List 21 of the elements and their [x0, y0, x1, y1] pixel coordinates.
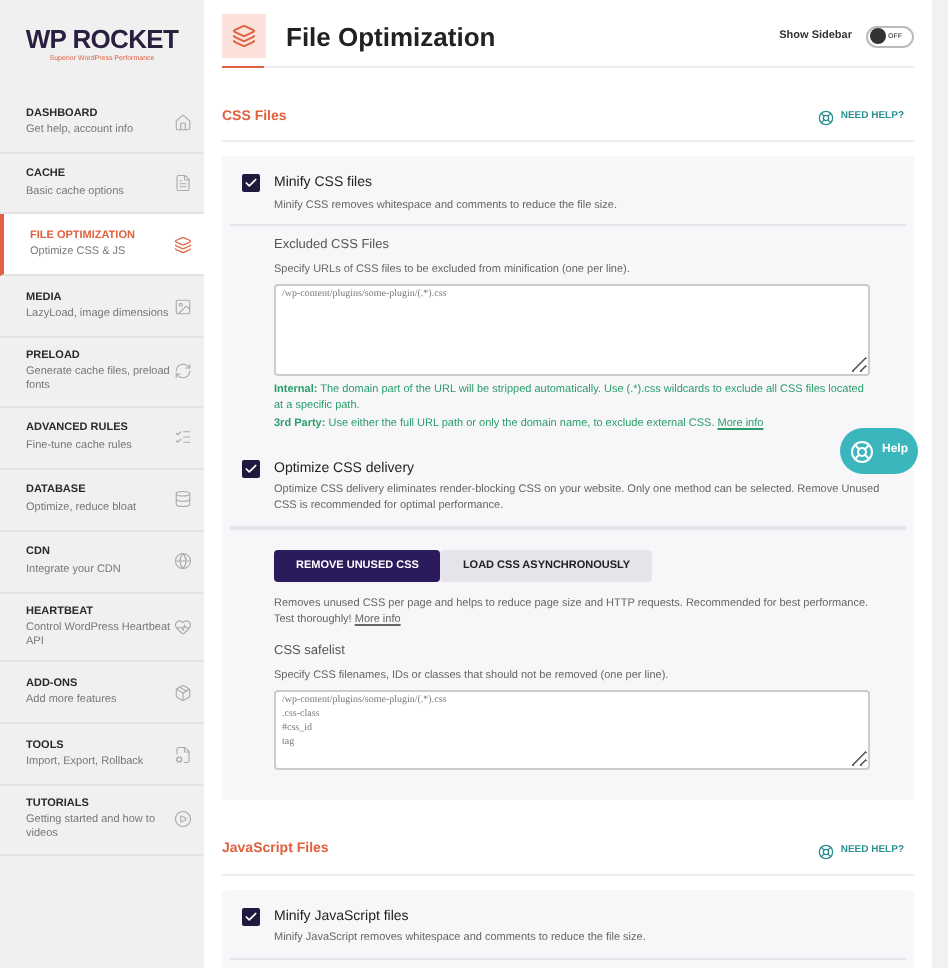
file-icon	[174, 174, 192, 192]
list-icon	[174, 428, 192, 447]
checkbox[interactable]	[242, 174, 260, 192]
refresh-icon	[174, 362, 192, 381]
page-title: File Optimization	[286, 19, 498, 56]
image-icon	[174, 297, 192, 315]
lifebuoy-icon	[818, 843, 835, 860]
page-icon	[222, 14, 266, 59]
database-icon	[174, 490, 192, 509]
checkbox[interactable]	[242, 907, 260, 926]
file-gear-icon	[174, 745, 192, 764]
layers-icon	[174, 235, 192, 253]
lifebuoy-icon	[850, 439, 874, 463]
lifebuoy-icon	[818, 109, 835, 126]
checkbox[interactable]	[242, 459, 260, 478]
heartbeat-icon	[174, 617, 192, 636]
play-icon	[174, 810, 192, 829]
logo-title: WP ROCKET	[25, 26, 179, 53]
home-icon	[174, 113, 192, 131]
globe-icon	[174, 552, 192, 571]
package-icon	[174, 683, 192, 702]
